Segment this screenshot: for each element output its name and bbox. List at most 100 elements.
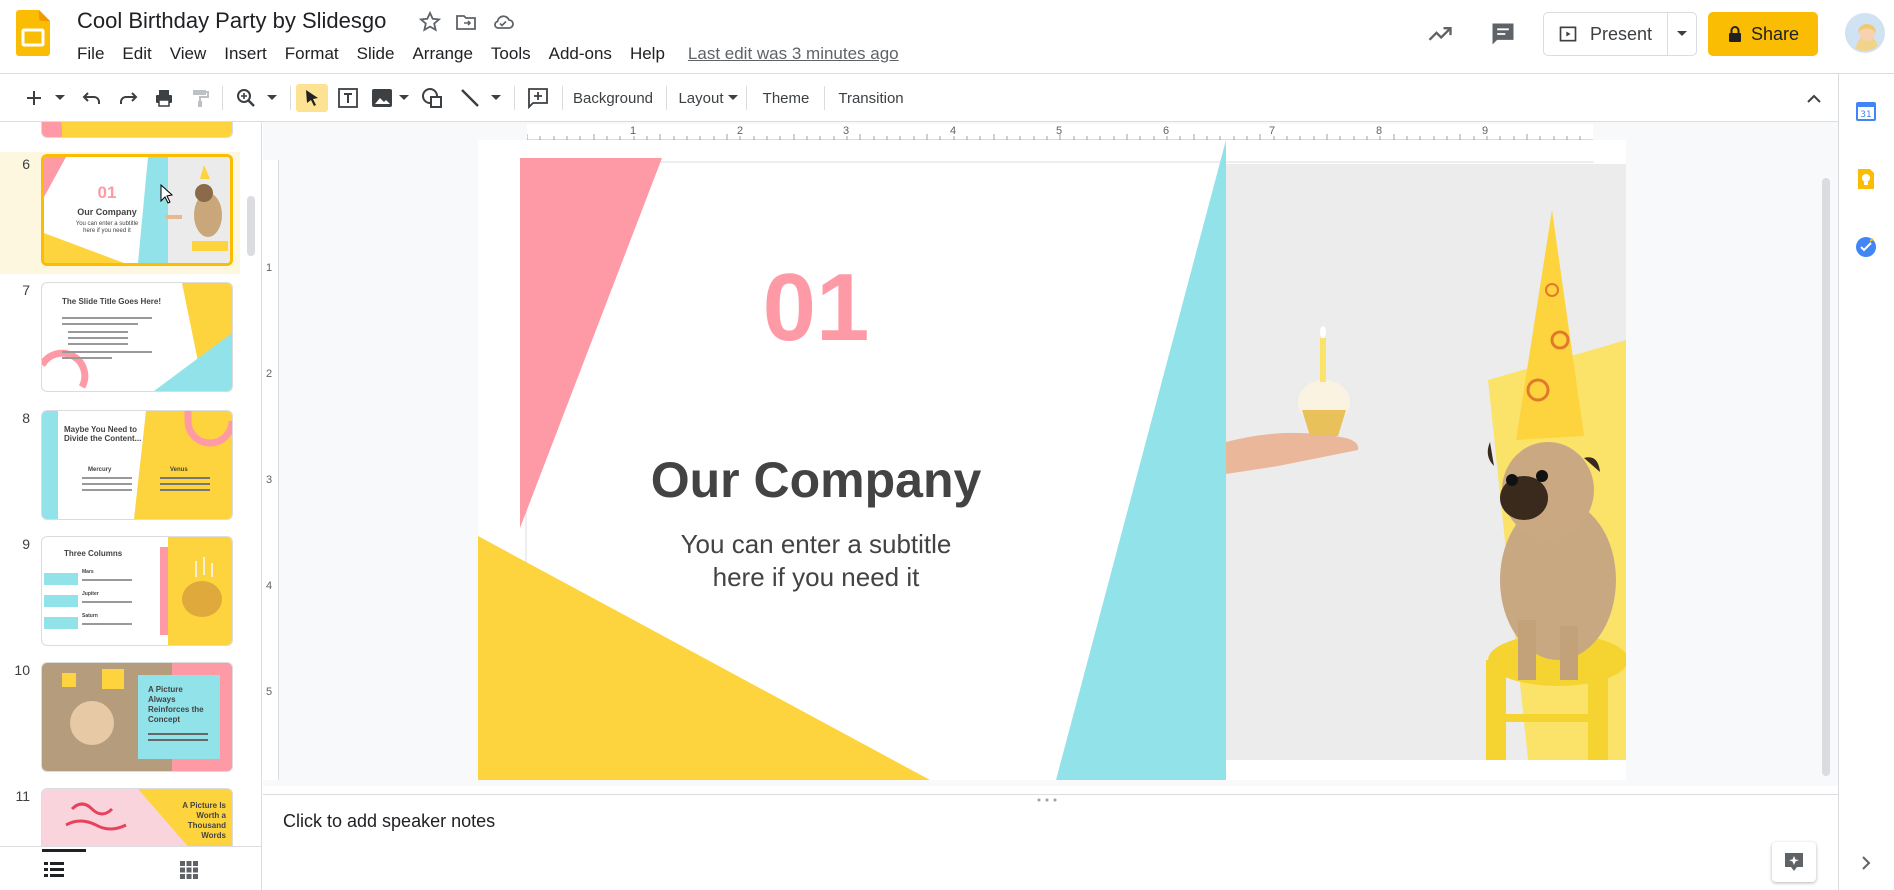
print-button[interactable] (150, 84, 178, 112)
keep-icon[interactable] (1855, 168, 1877, 190)
new-slide-button[interactable] (20, 84, 48, 112)
thumb-title: Maybe You Need to Divide the Content... (64, 425, 142, 443)
insert-image-button[interactable] (368, 84, 396, 112)
thumb-column-label: Jupiter (82, 591, 99, 597)
slide-thumbnail-8[interactable]: Maybe You Need to Divide the Content... … (41, 410, 233, 520)
last-edit-link[interactable]: Last edit was 3 minutes ago (688, 44, 899, 64)
chevron-down-icon (727, 95, 738, 100)
slide-section-number[interactable]: 01 (658, 258, 974, 358)
slide-title[interactable]: Our Company (578, 452, 1054, 508)
menu-arrange[interactable]: Arrange (403, 42, 481, 66)
layout-button[interactable]: Layout (676, 84, 740, 112)
avatar[interactable] (1845, 13, 1885, 53)
print-icon (156, 90, 172, 107)
background-button[interactable]: Background (572, 84, 654, 112)
theme-button[interactable]: Theme (756, 84, 816, 112)
svg-text:31: 31 (1860, 110, 1871, 120)
share-button[interactable]: Share (1708, 12, 1818, 56)
canvas-scrollbar[interactable] (1822, 178, 1830, 776)
shape-button[interactable] (418, 84, 446, 112)
ruler-number: 9 (1482, 125, 1489, 137)
toolbar-divider (824, 86, 825, 110)
thumb-column-label: Saturn (82, 613, 98, 619)
slide-number: 6 (22, 156, 30, 172)
comments-icon[interactable] (1489, 20, 1517, 48)
menu-help[interactable]: Help (621, 42, 674, 66)
explore-icon (1785, 853, 1803, 871)
slide-thumbnail-11[interactable]: A Picture Is Worth a Thousand Words (41, 788, 233, 846)
calendar-icon[interactable]: 31 (1855, 100, 1877, 122)
ruler-number: 7 (1269, 125, 1276, 137)
speaker-notes-panel[interactable]: Click to add speaker notes (263, 794, 1838, 890)
explore-button[interactable] (1772, 842, 1816, 882)
thumb-title: A Picture Is Worth a Thousand Words (182, 801, 226, 840)
slide-thumbnail-10[interactable]: A Picture Always Reinforces the Concept (41, 662, 233, 772)
activity-trend-icon[interactable] (1426, 20, 1454, 48)
slide-thumbnail-9[interactable]: Three Columns Mars Jupiter Saturn (41, 536, 233, 646)
chevron-right-icon[interactable] (1861, 856, 1871, 870)
undo-button[interactable] (78, 84, 106, 112)
insert-image-dropdown[interactable] (396, 84, 412, 112)
slides-logo-icon[interactable] (16, 10, 50, 56)
lock-icon (1728, 26, 1741, 42)
filmstrip-view-icon[interactable] (44, 861, 64, 879)
present-button-group: Present (1543, 12, 1697, 56)
notes-resize-handle[interactable] (1035, 790, 1059, 802)
zoom-dropdown[interactable] (262, 84, 282, 112)
paint-format-button[interactable] (186, 84, 214, 112)
add-comment-button[interactable] (524, 84, 552, 112)
menu-addons[interactable]: Add-ons (540, 42, 621, 66)
line-dropdown[interactable] (488, 84, 504, 112)
thumb-title: Our Company (77, 207, 137, 217)
new-slide-dropdown[interactable] (50, 84, 70, 112)
thumb-column-label: Mercury (88, 467, 112, 473)
thumb-title: The Slide Title Goes Here! (62, 297, 161, 306)
menu-slide[interactable]: Slide (348, 42, 404, 66)
line-button[interactable] (456, 84, 484, 112)
image-icon (372, 89, 392, 107)
slide-canvas[interactable]: 01 Our Company You can enter a subtitle … (478, 140, 1626, 780)
slide-subtitle[interactable]: You can enter a subtitle here if you nee… (638, 528, 994, 594)
menu-insert[interactable]: Insert (215, 42, 276, 66)
undo-icon (82, 92, 100, 104)
zoom-icon (237, 89, 255, 107)
present-button[interactable]: Present (1544, 13, 1669, 55)
slide-thumbnail-5[interactable] (41, 122, 233, 138)
speaker-notes-placeholder[interactable]: Click to add speaker notes (283, 811, 495, 832)
menu-view[interactable]: View (161, 42, 216, 66)
select-tool-button[interactable] (296, 84, 328, 112)
zoom-button[interactable] (232, 84, 260, 112)
menu-edit[interactable]: Edit (113, 42, 160, 66)
slide-thumbnail-7[interactable]: The Slide Title Goes Here! (41, 282, 233, 392)
transition-button[interactable]: Transition (834, 84, 908, 112)
star-icon[interactable] (418, 10, 442, 34)
slide-number: 9 (22, 536, 30, 552)
plus-icon (27, 91, 41, 105)
folder-move-icon[interactable] (454, 10, 478, 34)
ruler-number: 2 (737, 125, 744, 137)
filmstrip-scrollbar[interactable] (247, 196, 255, 256)
thumb-number: 01 (97, 183, 117, 202)
collapse-toolbar-button[interactable] (1800, 84, 1828, 112)
document-title[interactable]: Cool Birthday Party by Slidesgo (77, 8, 386, 34)
toolbar-divider (562, 86, 563, 110)
present-label: Present (1590, 23, 1653, 44)
present-dropdown-button[interactable] (1668, 30, 1696, 38)
redo-button[interactable] (114, 84, 142, 112)
menu-file[interactable]: File (68, 42, 113, 66)
tasks-icon[interactable] (1855, 236, 1877, 258)
line-icon (461, 89, 479, 107)
toolbar-divider (290, 86, 291, 110)
menu-format[interactable]: Format (276, 42, 348, 66)
horizontal-ruler: 1 2 3 4 5 6 7 8 9 (527, 124, 1593, 140)
menu-tools[interactable]: Tools (482, 42, 540, 66)
text-box-button[interactable] (334, 84, 362, 112)
slide-thumbnail-6[interactable]: 01 Our Company You can enter a subtitle … (41, 154, 233, 266)
grid-view-icon[interactable] (180, 861, 198, 879)
ruler-number: 6 (1163, 125, 1170, 137)
ruler-number: 5 (266, 686, 273, 698)
chevron-down-icon (267, 95, 277, 100)
slide-subtitle-line: here if you need it (712, 562, 920, 592)
cursor-arrow-icon (306, 90, 318, 106)
cloud-saved-icon[interactable] (491, 10, 515, 34)
